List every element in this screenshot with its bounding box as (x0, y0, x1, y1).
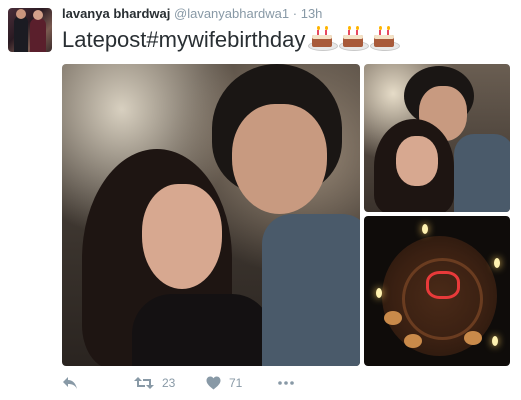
photo-birthday-cake[interactable] (364, 216, 510, 366)
tweet-timestamp[interactable]: 13h (301, 6, 323, 21)
heart-icon (206, 376, 221, 390)
like-button[interactable]: 71 (206, 372, 242, 394)
avatar[interactable] (8, 8, 52, 52)
birthday-cake-emoji (339, 26, 370, 51)
author-handle[interactable]: @lavanyabhardwa1 (174, 6, 289, 21)
tweet-header: lavanya bhardwaj @lavanyabhardwa1 · 13h (62, 6, 322, 22)
tweet-media-grid (62, 64, 510, 366)
like-count: 71 (229, 376, 243, 390)
photo-selfie-couple-close[interactable] (364, 64, 510, 212)
retweet-icon (134, 376, 154, 390)
reply-icon (62, 376, 78, 390)
author-name[interactable]: lavanya bhardwaj (62, 6, 170, 21)
more-button[interactable] (278, 372, 294, 394)
header-separator: · (292, 6, 298, 21)
reply-button[interactable] (62, 372, 78, 394)
tweet-card: lavanya bhardwaj @lavanyabhardwa1 · 13h … (0, 0, 521, 400)
more-dots-icon (278, 381, 294, 385)
tweet-text-container: Latepost#mywifebirthday (62, 26, 401, 54)
birthday-cake-emoji (370, 26, 401, 51)
retweet-count: 23 (162, 376, 176, 390)
tweet-text: Latepost#mywifebirthday (62, 27, 306, 52)
tweet-actions: 23 71 (62, 372, 510, 394)
retweet-button[interactable]: 23 (134, 372, 175, 394)
birthday-cake-emoji (308, 26, 339, 51)
photo-selfie-couple[interactable] (62, 64, 360, 366)
